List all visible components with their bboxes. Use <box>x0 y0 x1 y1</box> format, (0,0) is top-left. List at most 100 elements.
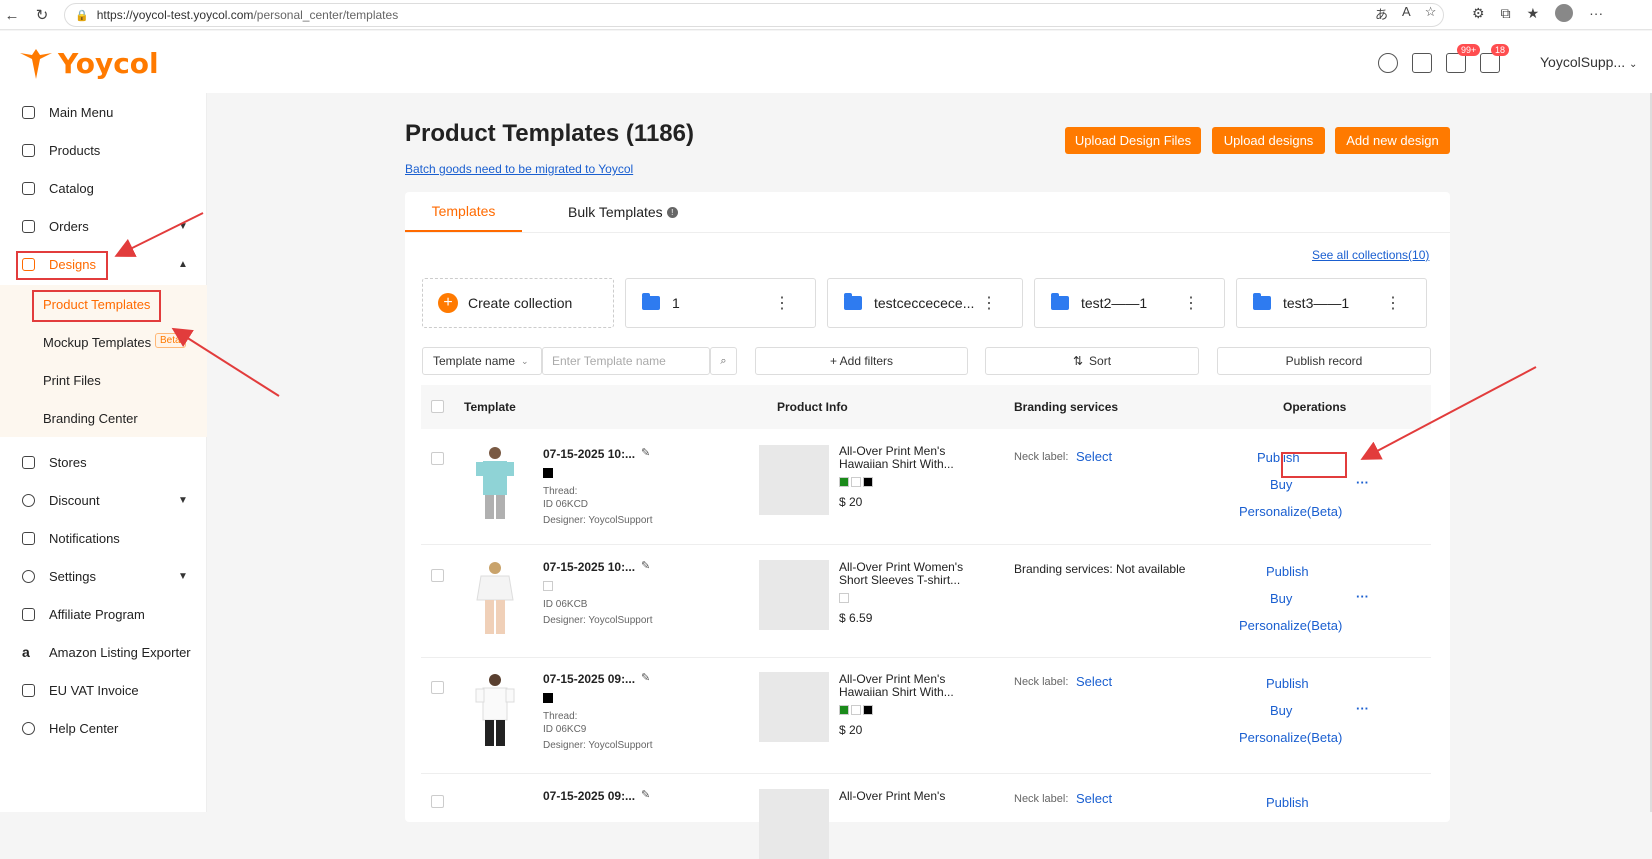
translate-icon[interactable]: あ <box>1375 4 1388 23</box>
chevron-down-icon: ▼ <box>178 494 188 506</box>
user-name: YoycolSupp... <box>1540 54 1626 70</box>
sidebar-subitem-branding-center[interactable]: Branding Center <box>0 399 207 437</box>
publish-record-button[interactable]: Publish record <box>1217 347 1431 375</box>
read-aloud-icon[interactable]: A <box>1402 4 1411 23</box>
favorite-star-icon[interactable]: ☆ <box>1425 4 1437 23</box>
user-menu[interactable]: YoycolSupp... ⌄ <box>1540 54 1637 70</box>
publish-button[interactable]: Publish <box>1266 564 1309 579</box>
tab-bulk-templates[interactable]: Bulk Templates! <box>568 192 678 232</box>
back-icon[interactable]: ← <box>1 4 23 26</box>
row-checkbox[interactable] <box>431 681 444 694</box>
sidebar-subitem-mockup-templates[interactable]: Mockup Templates Beta <box>0 323 207 361</box>
search-button[interactable]: ⌕ <box>710 347 737 375</box>
sidebar-item-eu-vat[interactable]: EU VAT Invoice <box>0 671 207 709</box>
row-checkbox[interactable] <box>431 569 444 582</box>
kebab-menu-icon[interactable]: ⋮ <box>1183 293 1199 313</box>
kebab-menu-icon[interactable]: ⋮ <box>1385 293 1401 313</box>
kebab-menu-icon[interactable]: ⋮ <box>981 293 997 313</box>
sidebar-item-label: Notifications <box>49 530 120 546</box>
collection-card[interactable]: test2——1 ⋮ <box>1034 278 1225 328</box>
collection-card[interactable]: test3——1 ⋮ <box>1236 278 1427 328</box>
buy-button[interactable]: Buy <box>1270 477 1292 492</box>
sidebar-item-products[interactable]: Products <box>0 131 207 169</box>
publish-button[interactable]: Publish <box>1266 676 1309 691</box>
sidebar-item-label: Orders <box>49 218 89 234</box>
edit-icon[interactable]: ✎ <box>641 446 650 459</box>
top-navigation: Yoycol 99+ 18 YoycolSupp... ⌄ <box>0 31 1652 93</box>
collection-card[interactable]: testceccecece... ⋮ <box>827 278 1023 328</box>
sidebar-item-catalog[interactable]: Catalog <box>0 169 207 207</box>
edit-icon[interactable]: ✎ <box>641 788 650 801</box>
buy-button[interactable]: Buy <box>1270 703 1292 718</box>
sidebar-item-affiliate[interactable]: Affiliate Program <box>0 595 207 633</box>
personalize-button[interactable]: Personalize(Beta) <box>1239 730 1342 745</box>
store-icon <box>22 455 35 469</box>
collections-icon[interactable]: ⧉ <box>1501 5 1511 22</box>
ticket-icon[interactable] <box>1412 53 1432 73</box>
personalize-button[interactable]: Personalize(Beta) <box>1239 504 1342 519</box>
sort-button[interactable]: ⇅ Sort <box>985 347 1199 375</box>
row-checkbox[interactable] <box>431 795 444 808</box>
tab-templates[interactable]: Templates <box>405 192 522 232</box>
product-price: $ 20 <box>839 723 863 737</box>
table-row: 07-15-2025 09:... ✎ All-Over Print Men's… <box>421 775 1431 859</box>
template-search-input[interactable]: Enter Template name <box>542 347 710 375</box>
sidebar-item-stores[interactable]: Stores <box>0 443 207 481</box>
product-name-line1: All-Over Print Men's <box>839 672 946 686</box>
designer: Designer: YoycolSupport <box>543 515 653 526</box>
sidebar-subitem-print-files[interactable]: Print Files <box>0 361 207 399</box>
upload-design-files-button[interactable]: Upload Design Files <box>1065 127 1201 154</box>
add-filters-button[interactable]: + Add filters <box>755 347 968 375</box>
chevron-up-icon: ▲ <box>178 258 188 270</box>
search-icon: ⌕ <box>720 354 727 367</box>
upload-designs-button[interactable]: Upload designs <box>1212 127 1325 154</box>
reload-icon[interactable]: ↻ <box>31 4 53 26</box>
sidebar-item-help[interactable]: Help Center <box>0 709 207 747</box>
add-new-design-button[interactable]: Add new design <box>1335 127 1450 154</box>
personalize-button[interactable]: Personalize(Beta) <box>1239 618 1342 633</box>
yoycol-logo[interactable]: Yoycol <box>18 45 159 81</box>
edit-icon[interactable]: ✎ <box>641 559 650 572</box>
sidebar-item-amazon-exporter[interactable]: a Amazon Listing Exporter <box>0 633 207 671</box>
color-swatch <box>839 705 849 715</box>
publish-button[interactable]: Publish <box>1266 795 1309 810</box>
sidebar: Main Menu Products Catalog Orders ▼ Desig… <box>0 93 207 812</box>
template-field-select[interactable]: Template name ⌄ <box>422 347 542 375</box>
neck-label-select-link[interactable]: Select <box>1076 449 1112 464</box>
more-options-icon[interactable]: ··· <box>1356 475 1369 490</box>
row-checkbox[interactable] <box>431 452 444 465</box>
batch-migrate-link[interactable]: Batch goods need to be migrated to Yoyco… <box>405 162 633 176</box>
favorites-icon[interactable]: ★ <box>1527 5 1540 22</box>
more-menu-icon[interactable]: ··· <box>1589 5 1603 21</box>
product-thumbnail <box>759 789 829 859</box>
create-collection-button[interactable]: + Create collection <box>422 278 614 328</box>
help-icon <box>22 721 35 735</box>
sidebar-item-notifications[interactable]: Notifications <box>0 519 207 557</box>
globe-icon[interactable] <box>1378 53 1398 73</box>
neck-label: Neck label: <box>1014 793 1069 805</box>
page-title: Product Templates (1186) <box>405 120 694 147</box>
cart-icon[interactable]: 18 <box>1480 44 1510 73</box>
chevron-down-icon: ▼ <box>178 570 188 582</box>
sidebar-item-settings[interactable]: Settings ▼ <box>0 557 207 595</box>
logo-text: Yoycol <box>58 46 159 80</box>
sidebar-item-orders[interactable]: Orders ▼ <box>0 207 207 245</box>
more-options-icon[interactable]: ··· <box>1356 701 1369 716</box>
neck-label-select-link[interactable]: Select <box>1076 674 1112 689</box>
message-icon[interactable]: 99+ <box>1446 44 1481 73</box>
edit-icon[interactable]: ✎ <box>641 671 650 684</box>
collection-card[interactable]: 1 ⋮ <box>625 278 816 328</box>
logo-mark-icon <box>20 49 52 79</box>
more-options-icon[interactable]: ··· <box>1356 589 1369 604</box>
profile-avatar[interactable] <box>1555 4 1574 22</box>
table-row: 07-15-2025 10:... ✎ ID 06KCB Designer: Y… <box>421 546 1431 658</box>
see-all-collections-link[interactable]: See all collections(10) <box>1312 248 1429 262</box>
extensions-icon[interactable]: ⚙ <box>1472 5 1485 22</box>
neck-label-select-link[interactable]: Select <box>1076 791 1112 806</box>
sidebar-item-discount[interactable]: Discount ▼ <box>0 481 207 519</box>
buy-button[interactable]: Buy <box>1270 591 1292 606</box>
address-bar[interactable]: 🔒 https://yoycol-test.yoycol.com/persona… <box>64 3 1444 27</box>
kebab-menu-icon[interactable]: ⋮ <box>774 293 790 313</box>
select-all-checkbox[interactable] <box>431 400 444 413</box>
sidebar-item-main-menu[interactable]: Main Menu <box>0 93 207 131</box>
